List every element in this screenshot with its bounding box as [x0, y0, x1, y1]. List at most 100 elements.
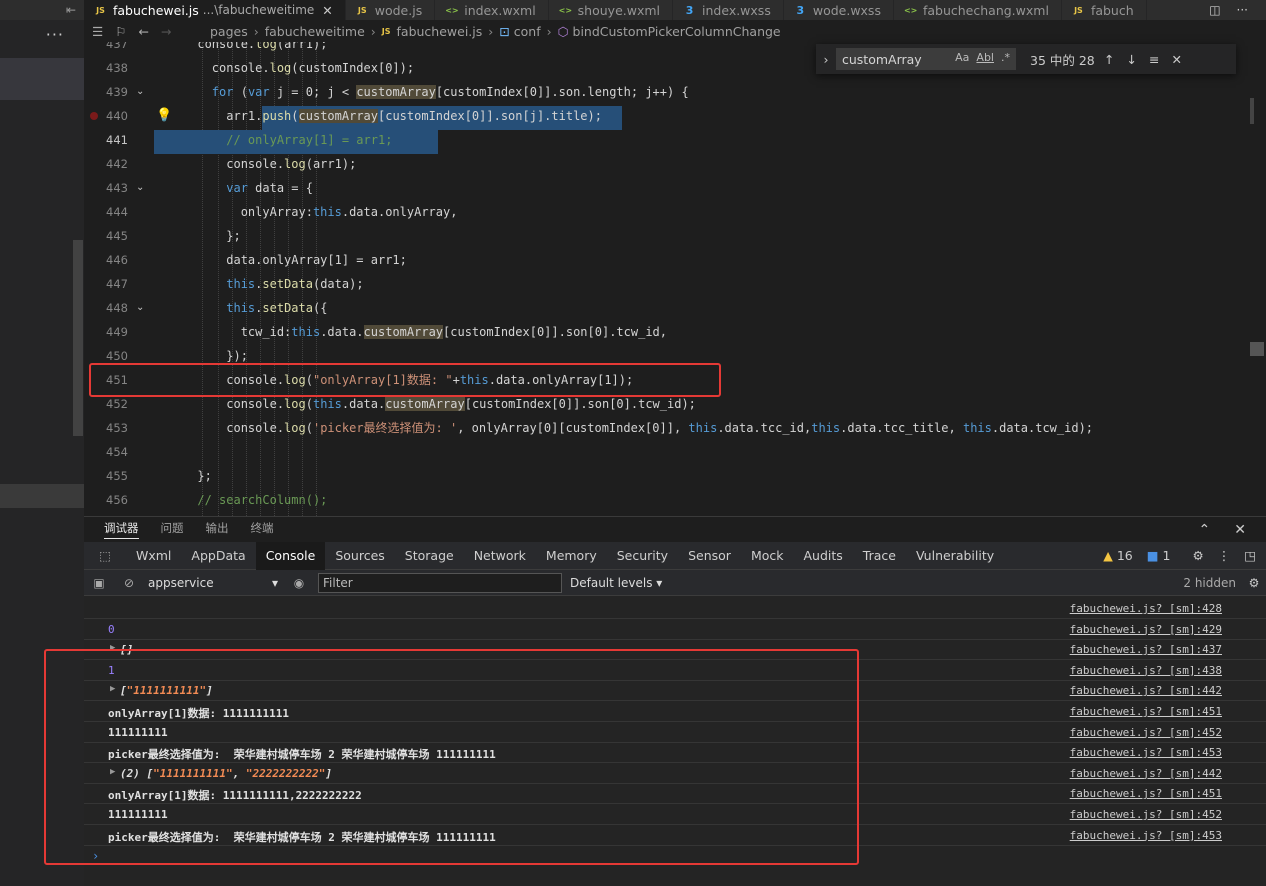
devtools-tab-wxml[interactable]: Wxml	[126, 542, 181, 570]
close-panel-icon[interactable]: ✕	[1234, 522, 1246, 538]
code-line[interactable]: 444 onlyArray:this.data.onlyArray,	[84, 200, 1266, 224]
tab-6[interactable]: <> fabuchechang.wxml	[893, 0, 1062, 20]
back-arrow-icon[interactable]: ←	[138, 24, 148, 39]
panel-tab-0[interactable]: 调试器	[104, 520, 139, 539]
devtools-tab-console[interactable]: Console	[255, 541, 326, 570]
devtools-tab-trace[interactable]: Trace	[853, 542, 906, 570]
source-link[interactable]: fabuchewei.js? [sm]:452	[1070, 726, 1222, 739]
devtools-tab-vulnerability[interactable]: Vulnerability	[906, 542, 1004, 570]
panel-tab-3[interactable]: 终端	[251, 520, 274, 539]
code-line[interactable]: 440 💡 arr1.push(customArray[customIndex[0…	[84, 104, 1266, 128]
close-tab-icon[interactable]: ✕	[322, 3, 332, 18]
settings-gear-icon[interactable]: ⚙	[1192, 548, 1203, 563]
forward-arrow-icon[interactable]: →	[161, 24, 171, 39]
source-link[interactable]: fabuchewei.js? [sm]:437	[1070, 643, 1222, 656]
clear-console-icon[interactable]: ⊘	[114, 576, 144, 590]
fold-chevron-icon[interactable]: ⌄	[136, 80, 144, 104]
code-line[interactable]: 447 this.setData(data);	[84, 272, 1266, 296]
devtools-tab-appdata[interactable]: AppData	[181, 542, 255, 570]
more-vertical-icon[interactable]: ⋮	[1218, 548, 1231, 563]
fold-chevron-icon[interactable]: ⌄	[136, 296, 144, 320]
code-line[interactable]: 455 };	[84, 464, 1266, 488]
tab-2[interactable]: <> index.wxml	[435, 0, 549, 20]
source-link[interactable]: fabuchewei.js? [sm]:429	[1070, 623, 1222, 636]
console-row[interactable]: 0 fabuchewei.js? [sm]:429	[84, 619, 1266, 640]
source-link[interactable]: fabuchewei.js? [sm]:451	[1070, 787, 1222, 800]
devtools-tab-sources[interactable]: Sources	[325, 542, 394, 570]
tab-5[interactable]: 3 wode.wxss	[783, 0, 894, 20]
tab-7[interactable]: JS fabuch	[1061, 0, 1147, 20]
code-editor[interactable]: 437 console.log(arr1); 438 console.log(cu…	[84, 42, 1266, 516]
source-link[interactable]: fabuchewei.js? [sm]:453	[1070, 829, 1222, 842]
more-actions-icon[interactable]: ···	[0, 20, 84, 48]
code-line[interactable]: 453 console.log('picker最终选择值为: ', onlyAr…	[84, 416, 1266, 440]
code-line[interactable]: 445 };	[84, 224, 1266, 248]
tab-1[interactable]: JS wode.js	[345, 0, 436, 20]
context-select[interactable]: appservice ▾	[144, 576, 284, 590]
breadcrumb-item[interactable]: fabucheweitime	[265, 24, 365, 39]
code-line[interactable]: 442 console.log(arr1);	[84, 152, 1266, 176]
close-find-icon[interactable]: ✕	[1171, 52, 1181, 67]
panel-tab-2[interactable]: 输出	[206, 520, 229, 539]
tab-4[interactable]: 3 index.wxss	[673, 0, 784, 20]
console-row[interactable]: fabuchewei.js? [sm]:428	[84, 598, 1266, 619]
code-line[interactable]: 449 tcw_id:this.data.customArray[customI…	[84, 320, 1266, 344]
list-icon[interactable]: ☰	[92, 24, 103, 39]
breadcrumb-item[interactable]: ⬡ bindCustomPickerColumnChange	[558, 24, 781, 39]
breadcrumb-item[interactable]: ⊡ conf	[499, 24, 540, 39]
code-line[interactable]: 439 ⌄ for (var j = 0; j < customArray[cus…	[84, 80, 1266, 104]
panel-tab-1[interactable]: 问题	[161, 520, 184, 539]
fold-chevron-icon[interactable]: ⌄	[136, 176, 144, 200]
breadcrumb-item[interactable]: pages	[210, 24, 248, 39]
code-line[interactable]: 456 // searchColumn();	[84, 488, 1266, 512]
code-line[interactable]: 446 data.onlyArray[1] = arr1;	[84, 248, 1266, 272]
log-levels-select[interactable]: Default levels ▾	[570, 576, 662, 590]
find-input[interactable]: customArray Aa Abl .*	[836, 48, 1016, 70]
selected-item[interactable]	[0, 58, 84, 100]
whole-word-icon[interactable]: Abl	[976, 51, 994, 64]
source-link[interactable]: fabuchewei.js? [sm]:442	[1070, 767, 1222, 780]
dock-icon[interactable]: ◳	[1244, 548, 1256, 563]
devtools-tab-storage[interactable]: Storage	[395, 542, 464, 570]
code-line[interactable]: 454	[84, 440, 1266, 464]
source-link[interactable]: fabuchewei.js? [sm]:451	[1070, 705, 1222, 718]
source-link[interactable]: fabuchewei.js? [sm]:442	[1070, 684, 1222, 697]
inspect-icon[interactable]: ⬚	[84, 548, 126, 563]
code-line[interactable]: 441 // onlyArray[1] = arr1;	[84, 128, 1266, 152]
code-line[interactable]: 443 ⌄ var data = {	[84, 176, 1266, 200]
source-link[interactable]: fabuchewei.js? [sm]:428	[1070, 602, 1222, 615]
side-scrollbar[interactable]	[73, 240, 83, 436]
devtools-tab-security[interactable]: Security	[607, 542, 678, 570]
match-case-icon[interactable]: Aa	[955, 51, 969, 64]
filter-input[interactable]: Filter	[318, 572, 562, 593]
collapse-icon[interactable]: ⇤	[0, 0, 84, 20]
source-link[interactable]: fabuchewei.js? [sm]:453	[1070, 746, 1222, 759]
bookmark-icon[interactable]: ⚐	[115, 24, 126, 39]
toggle-replace-icon[interactable]: ›	[816, 52, 836, 67]
source-link[interactable]: fabuchewei.js? [sm]:452	[1070, 808, 1222, 821]
tab-0[interactable]: JS fabuchewei.js ...\fabucheweitime ✕	[84, 0, 346, 20]
breakpoint-icon[interactable]	[90, 112, 98, 120]
devtools-tab-mock[interactable]: Mock	[741, 542, 794, 570]
tab-3[interactable]: <> shouye.wxml	[548, 0, 674, 20]
source-link[interactable]: fabuchewei.js? [sm]:438	[1070, 664, 1222, 677]
devtools-tab-network[interactable]: Network	[464, 542, 536, 570]
more-icon[interactable]: ···	[1237, 3, 1248, 17]
regex-icon[interactable]: .*	[1001, 51, 1010, 64]
split-editor-icon[interactable]: ◫	[1209, 3, 1220, 17]
previous-match-icon[interactable]: ↑	[1104, 52, 1114, 67]
info-count[interactable]: ■ 1	[1147, 548, 1171, 563]
selected-item-2[interactable]	[0, 484, 84, 508]
find-in-selection-icon[interactable]: ≡	[1149, 52, 1159, 67]
sidebar-toggle-icon[interactable]: ▣	[84, 576, 114, 590]
live-expression-eye-icon[interactable]: ◉	[284, 576, 314, 590]
devtools-tab-memory[interactable]: Memory	[536, 542, 607, 570]
warning-count[interactable]: ▲ 16	[1103, 548, 1133, 563]
maximize-panel-icon[interactable]: ⌃	[1199, 522, 1211, 538]
devtools-tab-sensor[interactable]: Sensor	[678, 542, 741, 570]
code-line[interactable]: 448 ⌄ this.setData({	[84, 296, 1266, 320]
breadcrumb-item[interactable]: JS fabuchewei.js	[382, 24, 483, 39]
console-settings-gear-icon[interactable]: ⚙	[1242, 576, 1266, 590]
next-match-icon[interactable]: ↓	[1126, 52, 1136, 67]
devtools-tab-audits[interactable]: Audits	[794, 542, 853, 570]
